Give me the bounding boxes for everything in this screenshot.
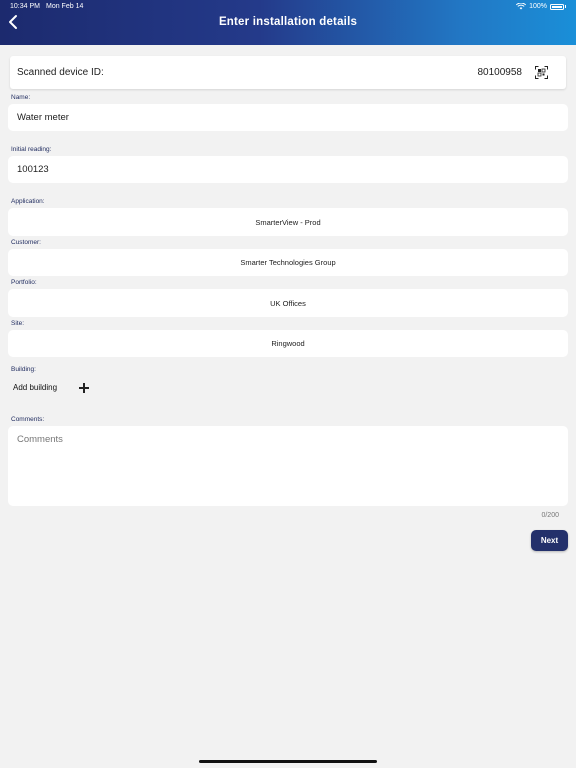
- comments-field[interactable]: [8, 426, 568, 506]
- status-date: Mon Feb 14: [46, 3, 84, 10]
- site-select[interactable]: Ringwood: [8, 330, 568, 357]
- home-indicator[interactable]: [199, 760, 377, 763]
- application-select[interactable]: SmarterView - Prod: [8, 208, 568, 236]
- initial-reading-field[interactable]: 100123: [8, 156, 568, 183]
- plus-icon[interactable]: [79, 383, 89, 393]
- initial-reading-label: Initial reading:: [11, 146, 52, 153]
- customer-label: Customer:: [11, 239, 41, 246]
- portfolio-select[interactable]: UK Offices: [8, 289, 568, 317]
- name-field[interactable]: Water meter: [8, 104, 568, 131]
- status-time: 10:34 PM: [10, 3, 40, 10]
- site-label: Site:: [11, 320, 25, 327]
- battery-tip: [565, 5, 566, 8]
- name-label: Name:: [11, 94, 31, 101]
- building-label: Building:: [11, 366, 36, 373]
- app-header: 10:34 PM Mon Feb 14 100% Enter installat…: [0, 0, 576, 45]
- add-building-button[interactable]: Add building: [13, 383, 57, 392]
- name-value: Water meter: [17, 112, 69, 123]
- comments-counter: 0/200: [541, 512, 559, 519]
- scanned-device-label: Scanned device ID:: [17, 67, 104, 78]
- battery-icon: [550, 3, 564, 10]
- comments-label: Comments:: [11, 416, 45, 423]
- qr-scan-icon[interactable]: [535, 66, 548, 79]
- initial-reading-value: 100123: [17, 164, 49, 175]
- portfolio-value: UK Offices: [270, 299, 306, 308]
- application-value: SmarterView - Prod: [255, 218, 321, 227]
- portfolio-label: Portfolio:: [11, 279, 37, 286]
- application-label: Application:: [11, 198, 45, 205]
- customer-value: Smarter Technologies Group: [240, 258, 336, 267]
- page-title: Enter installation details: [218, 16, 358, 28]
- scanned-device-id: 80100958: [477, 67, 523, 78]
- site-value: Ringwood: [271, 339, 305, 348]
- wifi-icon: [516, 3, 527, 10]
- status-indicators: 100%: [516, 3, 566, 10]
- customer-select[interactable]: Smarter Technologies Group: [8, 249, 568, 276]
- battery-percent: 100%: [529, 3, 547, 10]
- next-button[interactable]: Next: [531, 530, 568, 551]
- scanned-device-card: Scanned device ID: 80100958: [10, 56, 566, 89]
